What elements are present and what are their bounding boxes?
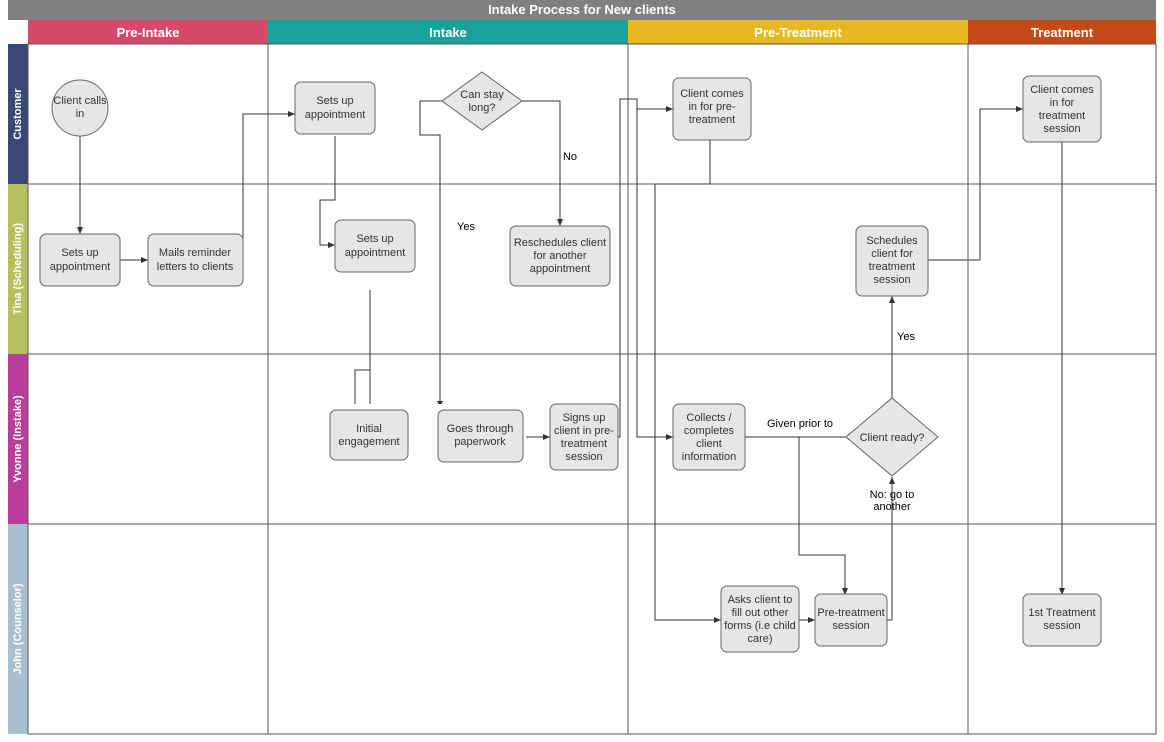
node-goes-through-paperwork-fixed: Goes through paperwork xyxy=(438,410,523,462)
svg-text:Client comes: Client comes xyxy=(1030,84,1094,96)
svg-text:treatment: treatment xyxy=(1039,110,1085,122)
svg-text:Reschedules client: Reschedules client xyxy=(514,237,606,249)
phase-header-treatment: Treatment xyxy=(968,20,1156,44)
node-client-comes-treatment: Client comes in for treatment session xyxy=(1023,76,1101,142)
svg-text:in for: in for xyxy=(1050,97,1075,109)
lane-label-customer: Customer xyxy=(8,44,28,184)
svg-text:session: session xyxy=(1043,620,1080,632)
svg-text:Signs up: Signs up xyxy=(563,412,606,424)
svg-text:Schedules: Schedules xyxy=(866,235,918,247)
svg-text:Sets up: Sets up xyxy=(316,95,353,107)
svg-text:Client calls: Client calls xyxy=(53,95,107,107)
edge-label-no: No xyxy=(563,151,577,163)
lane-label-tina: Tina (Scheduling) xyxy=(8,184,28,354)
svg-text:Sets up: Sets up xyxy=(61,247,98,259)
edge-label-yes: Yes xyxy=(457,221,475,233)
svg-text:paperwork: paperwork xyxy=(454,436,506,448)
svg-text:1st Treatment: 1st Treatment xyxy=(1028,607,1095,619)
svg-text:engagement: engagement xyxy=(338,436,399,448)
svg-text:forms (i.e child: forms (i.e child xyxy=(724,620,796,632)
svg-text:Sets up: Sets up xyxy=(356,233,393,245)
node-client-comes-pretreatment: Client comes in for pre- treatment xyxy=(673,78,751,140)
svg-text:Pre-Intake: Pre-Intake xyxy=(117,25,180,40)
node-mails-reminder: Mails reminder letters to clients xyxy=(148,234,243,286)
phase-header-pre-intake: Pre-Intake xyxy=(28,20,268,44)
node-sets-up-appt-tina-1: Sets up appointment xyxy=(40,234,120,286)
svg-text:client in pre-: client in pre- xyxy=(554,425,614,437)
svg-text:letters to clients: letters to clients xyxy=(157,261,234,273)
svg-text:session: session xyxy=(565,451,602,463)
lane-label-john: John (Counselor) xyxy=(8,524,28,734)
svg-text:session: session xyxy=(832,620,869,632)
svg-text:Intake: Intake xyxy=(429,25,467,40)
svg-text:Initial: Initial xyxy=(356,423,382,435)
svg-text:client: client xyxy=(696,438,722,450)
diagram-title: Intake Process for New clients xyxy=(488,2,676,17)
svg-text:Customer: Customer xyxy=(12,88,24,140)
node-sets-up-appt-tina-2: Sets up appointment xyxy=(335,220,415,272)
svg-text:Asks client to: Asks client to xyxy=(728,594,793,606)
svg-text:treatment: treatment xyxy=(869,261,915,273)
svg-text:in: in xyxy=(76,108,85,120)
node-collects-info: Collects / completes client information xyxy=(673,404,745,470)
svg-text:appointment: appointment xyxy=(305,109,366,121)
svg-text:care): care) xyxy=(747,633,772,645)
svg-text:client for: client for xyxy=(871,248,913,260)
node-client-calls-in: Client calls in xyxy=(52,80,108,136)
svg-text:fill out other: fill out other xyxy=(732,607,789,619)
svg-text:information: information xyxy=(682,451,736,463)
svg-text:Yvonne (Instake): Yvonne (Instake) xyxy=(12,395,24,483)
svg-text:Pre-treatment: Pre-treatment xyxy=(817,607,884,619)
lane-label-yvonne: Yvonne (Instake) xyxy=(8,354,28,524)
node-reschedules: Reschedules client for another appointme… xyxy=(510,226,610,286)
node-pretreatment-session: Pre-treatment session xyxy=(815,594,887,646)
svg-text:Goes through: Goes through xyxy=(447,423,514,435)
svg-text:appointment: appointment xyxy=(530,263,591,275)
svg-text:treatment: treatment xyxy=(561,438,607,450)
swimlane-diagram: Intake Process for New clients Pre-Intak… xyxy=(0,0,1164,742)
phase-header-pre-treatment: Pre-Treatment xyxy=(628,20,968,44)
svg-text:session: session xyxy=(1043,123,1080,135)
edge-label-nogo: No: go toanother xyxy=(870,489,915,513)
node-signs-up-pretreatment: Signs up client in pre- treatment sessio… xyxy=(550,404,618,470)
svg-text:Tina (Scheduling): Tina (Scheduling) xyxy=(12,223,24,315)
node-first-treatment: 1st Treatment session xyxy=(1023,594,1101,646)
node-initial-engagement-fixed: Initial engagement xyxy=(330,410,408,460)
svg-text:Treatment: Treatment xyxy=(1031,25,1094,40)
svg-text:in for pre-: in for pre- xyxy=(688,101,735,113)
svg-text:Client comes: Client comes xyxy=(680,88,744,100)
svg-text:Can stay: Can stay xyxy=(460,89,504,101)
node-schedules-treatment: Schedules client for treatment session xyxy=(856,226,928,296)
svg-text:treatment: treatment xyxy=(689,114,735,126)
svg-text:John (Counselor): John (Counselor) xyxy=(12,583,24,674)
svg-text:session: session xyxy=(873,274,910,286)
edge-label-yes2: Yes xyxy=(897,331,915,343)
svg-text:appointment: appointment xyxy=(50,261,111,273)
node-sets-up-appt-customer: Sets up appointment xyxy=(295,82,375,134)
svg-text:for another: for another xyxy=(533,250,587,262)
svg-text:appointment: appointment xyxy=(345,247,406,259)
svg-text:Collects /: Collects / xyxy=(686,412,732,424)
node-asks-fill-forms: Asks client to fill out other forms (i.e… xyxy=(721,586,799,652)
edge-label-given: Given prior to xyxy=(767,418,833,430)
svg-text:completes: completes xyxy=(684,425,735,437)
svg-text:Mails reminder: Mails reminder xyxy=(159,247,231,259)
svg-text:Pre-Treatment: Pre-Treatment xyxy=(754,25,842,40)
phase-header-intake: Intake xyxy=(268,20,628,44)
svg-text:long?: long? xyxy=(469,102,496,114)
svg-text:Client ready?: Client ready? xyxy=(860,432,925,444)
